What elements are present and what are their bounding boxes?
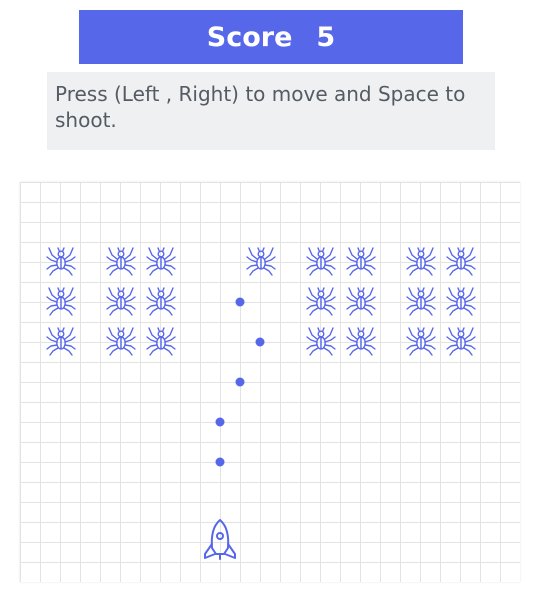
bullet bbox=[215, 417, 225, 427]
score-value: 5 bbox=[316, 21, 336, 53]
score-bar: Score 5 bbox=[79, 10, 463, 64]
score-label: Score bbox=[206, 21, 293, 53]
instructions-panel: Press (Left , Right) to move and Space t… bbox=[47, 72, 495, 150]
bullet bbox=[235, 377, 245, 387]
game-board[interactable] bbox=[20, 182, 520, 582]
bullet bbox=[255, 337, 265, 347]
instructions-text: Press (Left , Right) to move and Space t… bbox=[55, 82, 466, 132]
grid bbox=[20, 182, 520, 582]
bullet bbox=[235, 297, 245, 307]
bullet bbox=[215, 457, 225, 467]
game-canvas[interactable] bbox=[20, 182, 520, 582]
